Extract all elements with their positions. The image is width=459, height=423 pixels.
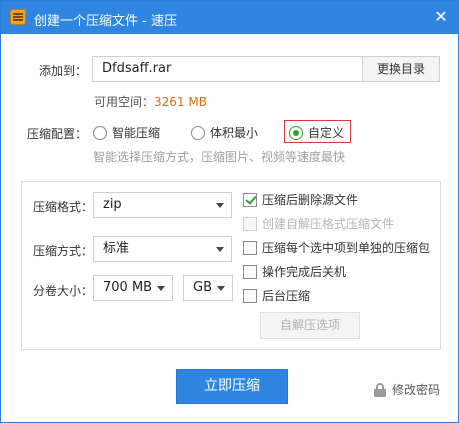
- split-size-value: 700 MB: [103, 280, 153, 295]
- format-value: zip: [103, 197, 122, 212]
- compress-now-button[interactable]: 立即压缩: [176, 369, 288, 404]
- checkbox-box: [243, 216, 257, 231]
- checkbox-box: [243, 288, 257, 303]
- compress-hint: 智能选择压缩方式，压缩图片、视频等速度最快: [93, 150, 346, 164]
- chevron-down-icon: [217, 286, 225, 291]
- free-space-label: 可用空间：: [94, 95, 155, 109]
- radio-custom[interactable]: 自定义: [289, 124, 344, 141]
- window-title: 创建一个压缩文件 - 速压: [34, 14, 177, 29]
- radio-label: 自定义: [308, 126, 345, 140]
- split-unit-value: GB: [193, 280, 212, 295]
- delete-source-checkbox[interactable]: 压缩后删除源文件: [243, 191, 358, 208]
- create-sfx-checkbox: 创建自解压格式压缩文件: [243, 215, 394, 232]
- radio-smallest-size[interactable]: 体积最小: [191, 124, 258, 141]
- radio-smart-compress[interactable]: 智能压缩: [93, 124, 160, 141]
- add-to-label: 添加到：: [39, 64, 88, 78]
- compress-config-label: 压缩配置：: [27, 127, 88, 141]
- method-select[interactable]: 标准: [93, 236, 232, 262]
- radio-label: 体积最小: [210, 126, 259, 140]
- checkbox-label: 后台压缩: [262, 289, 311, 303]
- change-password-label: 修改密码: [392, 383, 441, 397]
- chevron-down-icon: [157, 286, 165, 291]
- format-label: 压缩格式：: [33, 200, 94, 214]
- method-value: 标准: [103, 241, 130, 256]
- lock-icon: [374, 382, 386, 397]
- radio-label: 智能压缩: [112, 126, 161, 140]
- archive-app-icon: [10, 9, 26, 25]
- format-select[interactable]: zip: [93, 192, 232, 218]
- background-compress-checkbox[interactable]: 后台压缩: [243, 287, 310, 304]
- radio-circle: [289, 125, 303, 140]
- chevron-down-icon: [216, 247, 224, 252]
- checkbox-label: 创建自解压格式压缩文件: [262, 217, 395, 231]
- sfx-options-button: 自解压选项: [260, 312, 360, 339]
- target-path-input[interactable]: Dfdsaff.rar: [92, 56, 362, 82]
- free-space: 可用空间：3261 MB: [94, 93, 207, 110]
- split-unit-select[interactable]: GB: [183, 275, 233, 301]
- checkbox-box: [243, 240, 257, 255]
- change-password-link[interactable]: 修改密码: [374, 381, 440, 398]
- compress-dialog: 创建一个压缩文件 - 速压 ✕ 添加到： Dfdsaff.rar 更换目录 可用…: [0, 0, 459, 423]
- checkbox-box: [243, 192, 257, 207]
- separate-archives-checkbox[interactable]: 压缩每个选中项到单独的压缩包: [243, 239, 430, 256]
- checkbox-label: 压缩后删除源文件: [262, 193, 359, 207]
- checkbox-box: [243, 264, 257, 279]
- radio-circle: [93, 125, 107, 140]
- close-button[interactable]: ✕: [430, 6, 452, 28]
- chevron-down-icon: [216, 203, 224, 208]
- checkbox-label: 操作完成后关机: [262, 265, 347, 279]
- split-size-select[interactable]: 700 MB: [93, 275, 173, 301]
- title-bar[interactable]: 创建一个压缩文件 - 速压 ✕: [1, 1, 458, 34]
- change-directory-button[interactable]: 更换目录: [362, 56, 440, 82]
- free-space-value: 3261 MB: [154, 95, 207, 109]
- checkbox-label: 压缩每个选中项到单独的压缩包: [262, 241, 431, 255]
- split-size-label: 分卷大小：: [33, 284, 94, 298]
- radio-circle: [191, 125, 205, 140]
- method-label: 压缩方式：: [33, 244, 94, 258]
- shutdown-after-checkbox[interactable]: 操作完成后关机: [243, 263, 346, 280]
